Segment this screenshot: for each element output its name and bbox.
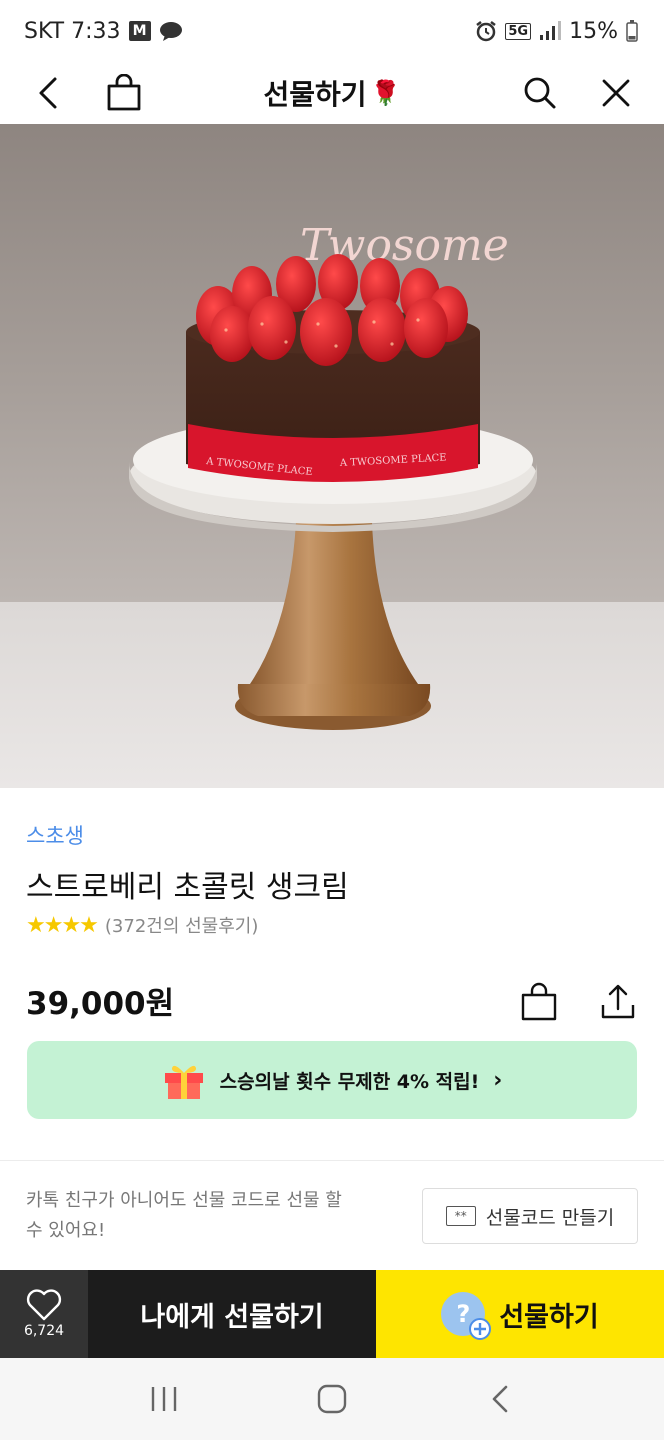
status-right: 5G 15% — [475, 19, 638, 44]
promo-banner[interactable]: 스승의날 횟수 무제한 4% 적립! › — [27, 1041, 637, 1119]
chevron-right-icon: › — [493, 1067, 503, 1093]
back-button[interactable] — [20, 62, 76, 124]
gift-to-myself-button[interactable]: 나에게 선물하기 — [88, 1270, 376, 1358]
bottom-action-bar: 6,724 나에게 선물하기 ? 선물하기 — [0, 1270, 664, 1358]
rating-row[interactable]: ★★★★ (372건의 선물후기) — [26, 912, 258, 938]
gift-box-icon — [164, 1065, 203, 1099]
home-button[interactable] — [302, 1369, 362, 1429]
gift-label: 선물하기 — [499, 1301, 599, 1333]
rose-icon: 🌹 — [370, 79, 401, 107]
back-chevron-icon — [492, 1385, 508, 1413]
signal-icon — [540, 21, 562, 40]
page-title-text: 선물하기 — [263, 78, 367, 111]
gift-code-description: 카톡 친구가 아니어도 선물 코드로 선물 할 수 있어요! — [26, 1190, 342, 1241]
share-icon — [601, 984, 635, 1019]
system-back-button[interactable] — [470, 1369, 530, 1429]
create-gift-code-button[interactable]: ** 선물코드 만들기 — [422, 1188, 638, 1244]
cart-button[interactable] — [96, 62, 152, 124]
wish-button[interactable]: 6,724 — [0, 1270, 88, 1358]
cake-illustration: A TWOSOME PLACE A TWOSOME PLACE Twosome — [129, 220, 537, 730]
add-to-cart-button[interactable] — [517, 980, 561, 1024]
shopping-bag-icon — [521, 982, 557, 1021]
carrier-time: SKT 7:33 — [24, 18, 121, 44]
top-nav: 선물하기 🌹 — [0, 62, 664, 124]
home-icon — [317, 1384, 347, 1414]
back-arrow-icon — [39, 77, 57, 109]
product-image[interactable]: A TWOSOME PLACE A TWOSOME PLACE Twosome — [0, 124, 664, 788]
gift-button[interactable]: ? 선물하기 — [376, 1270, 664, 1358]
recent-apps-button[interactable] — [134, 1369, 194, 1429]
ticket-icon: ** — [445, 1206, 476, 1226]
alarm-icon — [476, 21, 497, 42]
rating-stars-icon: ★★★★ — [26, 912, 99, 938]
network-type: 5G — [505, 22, 532, 40]
shopping-bag-icon — [107, 74, 141, 111]
product-price: 39,000원 — [26, 986, 175, 1022]
search-icon — [524, 77, 556, 109]
mail-notification-icon: M — [128, 21, 151, 41]
status-bar: SKT 7:33 M 5G 15% — [0, 0, 664, 62]
system-nav-bar — [0, 1358, 664, 1440]
share-button[interactable] — [596, 980, 640, 1024]
heart-icon — [26, 1289, 62, 1321]
search-button[interactable] — [512, 62, 568, 124]
product-title: 스트로베리 초콜릿 생크림 — [26, 870, 349, 905]
create-gift-code-label: 선물코드 만들기 — [485, 1206, 615, 1229]
friend-select-icon: ? — [441, 1292, 492, 1340]
review-count: (372건의 선물후기) — [104, 916, 259, 937]
close-button[interactable] — [588, 62, 644, 124]
battery-percent: 15% — [569, 18, 618, 44]
promo-text: 스승의날 횟수 무제한 4% 적립! — [219, 1070, 480, 1093]
plus-circle-icon — [469, 1318, 492, 1340]
recent-apps-icon — [151, 1387, 177, 1411]
friend-select-icon-glyph: ? — [456, 1300, 471, 1328]
chat-notification-icon — [159, 22, 182, 41]
section-divider — [0, 1160, 664, 1161]
battery-icon — [626, 20, 638, 42]
wish-count: 6,724 — [23, 1323, 65, 1339]
gift-to-myself-label: 나에게 선물하기 — [140, 1301, 324, 1333]
close-icon — [602, 79, 630, 107]
brand-link[interactable]: 스초생 — [26, 820, 84, 850]
status-left: SKT 7:33 M — [24, 19, 183, 44]
